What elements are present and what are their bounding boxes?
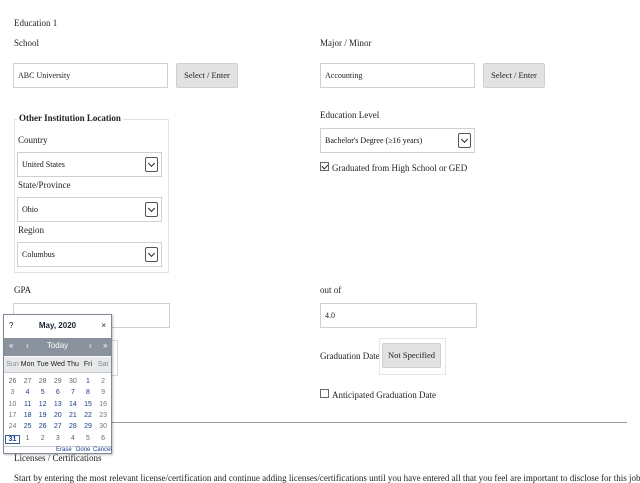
calendar-day[interactable]: 5 <box>35 389 50 396</box>
out-of-label: out of <box>320 285 342 295</box>
calendar-day[interactable]: 27 <box>50 423 65 430</box>
other-location-legend: Other Institution Location <box>17 113 123 123</box>
calendar-day[interactable]: 17 <box>5 412 20 419</box>
calendar-day[interactable]: 15 <box>81 401 96 408</box>
weekday-header: Tue <box>36 361 49 368</box>
region-select[interactable]: Columbus <box>17 242 162 267</box>
state-label: State/Province <box>18 180 71 190</box>
close-icon[interactable]: × <box>101 321 106 330</box>
weekday-header: Mon <box>20 361 35 368</box>
country-value: United States <box>22 160 65 169</box>
region-label: Region <box>18 225 44 235</box>
calendar-day-other-month[interactable]: 4 <box>65 435 80 442</box>
calendar-day[interactable]: 1 <box>81 378 96 385</box>
calendar-day[interactable]: 6 <box>50 389 65 396</box>
licenses-intro: Start by entering the most relevant lice… <box>14 473 640 483</box>
calendar-day[interactable]: 12 <box>35 401 50 408</box>
calendar-day[interactable]: 18 <box>20 412 35 419</box>
calendar-day-other-month[interactable]: 27 <box>20 378 35 385</box>
next-year-button[interactable]: » <box>103 341 107 350</box>
calendar-day[interactable]: 11 <box>20 401 35 408</box>
anticipated-label: Anticipated Graduation Date <box>332 390 436 400</box>
major-label: Major / Minor <box>320 38 372 48</box>
calendar-day[interactable]: 22 <box>81 412 96 419</box>
calendar-day[interactable]: 16 <box>96 401 111 408</box>
calendar-day[interactable]: 2 <box>96 378 111 385</box>
calendar-day[interactable]: 20 <box>50 412 65 419</box>
calendar-day[interactable]: 3 <box>5 389 20 396</box>
graduation-date-button[interactable]: Not Specified <box>382 343 441 368</box>
date-picker-popup: ? May, 2020 × « ‹ Today › » Sun Mon Tue Wed… <box>3 314 112 454</box>
weekday-header: Sat <box>97 361 109 368</box>
calendar-day-other-month[interactable]: 29 <box>50 378 65 385</box>
section-title: Education 1 <box>14 18 58 28</box>
major-select-button[interactable]: Select / Enter <box>483 63 545 88</box>
calendar-day[interactable]: 28 <box>65 423 80 430</box>
graduated-hs-checkbox[interactable] <box>320 162 329 171</box>
calendar-day-other-month[interactable]: 6 <box>96 435 111 442</box>
school-select-button[interactable]: Select / Enter <box>176 63 238 88</box>
calendar-day[interactable]: 13 <box>50 401 65 408</box>
state-value: Ohio <box>22 205 38 214</box>
chevron-down-icon <box>458 133 471 148</box>
education-level-select[interactable]: Bachelor's Degree (≥16 years) <box>320 128 475 153</box>
chevron-down-icon <box>145 157 158 172</box>
calendar-day[interactable]: 14 <box>65 401 80 408</box>
graduation-date-label: Graduation Date <box>320 351 380 361</box>
chevron-down-icon <box>145 202 158 217</box>
calendar-weekday-row: Sun Mon Tue Wed Thu Fri Sat <box>4 357 111 373</box>
gpa-label: GPA <box>14 285 32 295</box>
calendar-day-other-month[interactable]: 3 <box>50 435 65 442</box>
weekday-header: Sun <box>6 361 19 368</box>
calendar-day[interactable]: 31 <box>5 434 20 444</box>
calendar-nav: « ‹ Today › » <box>4 338 111 356</box>
calendar-day[interactable]: 24 <box>5 423 20 430</box>
calendar-day-other-month[interactable]: 30 <box>65 378 80 385</box>
calendar-day[interactable]: 19 <box>35 412 50 419</box>
calendar-day[interactable]: 9 <box>96 389 111 396</box>
education-level-value: Bachelor's Degree (≥16 years) <box>325 136 423 145</box>
calendar-day-other-month[interactable]: 28 <box>35 378 50 385</box>
school-label: School <box>14 38 40 48</box>
out-of-input[interactable]: 4.0 <box>320 303 477 328</box>
weekday-header: Fri <box>83 361 93 368</box>
next-month-button[interactable]: › <box>89 341 92 350</box>
weekday-header: Thu <box>66 361 79 368</box>
calendar-day[interactable]: 23 <box>96 412 111 419</box>
calendar-day[interactable]: 21 <box>65 412 80 419</box>
calendar-day[interactable]: 26 <box>35 423 50 430</box>
country-select[interactable]: United States <box>17 152 162 177</box>
anticipated-checkbox[interactable] <box>320 389 329 398</box>
calendar-day[interactable]: 25 <box>20 423 35 430</box>
calendar-day[interactable]: 7 <box>65 389 80 396</box>
calendar-day[interactable]: 4 <box>20 389 35 396</box>
calendar-day-other-month[interactable]: 26 <box>5 378 20 385</box>
erase-button[interactable]: Erase <box>56 447 72 453</box>
calendar-day[interactable]: 30 <box>96 423 111 430</box>
region-value: Columbus <box>22 250 55 259</box>
calendar-header: ? May, 2020 × <box>4 315 111 337</box>
major-input[interactable]: Accounting <box>320 63 475 88</box>
school-input[interactable]: ABC University <box>13 63 168 88</box>
calendar-day[interactable]: 29 <box>81 423 96 430</box>
calendar-day[interactable]: 10 <box>5 401 20 408</box>
calendar-month-title: May, 2020 <box>38 321 77 330</box>
done-button[interactable]: Done <box>76 447 90 453</box>
education-level-label: Education Level <box>320 110 380 120</box>
country-label: Country <box>18 135 48 145</box>
calendar-day-other-month[interactable]: 1 <box>20 435 35 442</box>
calendar-day-other-month[interactable]: 2 <box>35 435 50 442</box>
state-select[interactable]: Ohio <box>17 197 162 222</box>
weekday-header: Wed <box>50 361 65 368</box>
licenses-label: Licenses / Certifications <box>14 453 102 463</box>
calendar-day[interactable]: 8 <box>81 389 96 396</box>
chevron-down-icon <box>145 247 158 262</box>
today-button[interactable]: Today <box>4 341 111 350</box>
calendar-day-other-month[interactable]: 5 <box>81 435 96 442</box>
calendar-footer: Erase Done Cancel <box>4 446 112 454</box>
cancel-button[interactable]: Cancel <box>93 447 112 453</box>
graduated-hs-label: Graduated from High School or GED <box>332 163 468 173</box>
